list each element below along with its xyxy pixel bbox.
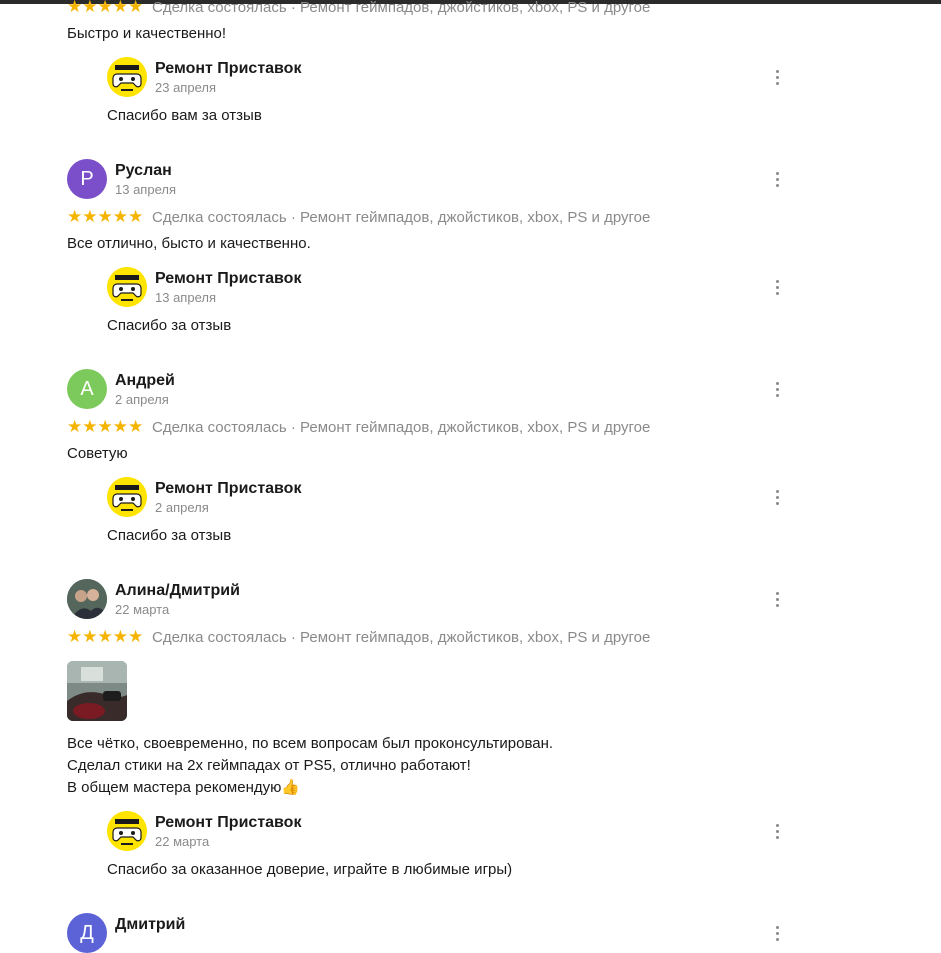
rating-stars: ★★★★★ [67, 0, 144, 16]
reply-text: Спасибо вам за отзыв [107, 107, 262, 124]
more-vertical-icon[interactable] [767, 589, 787, 609]
more-vertical-icon[interactable] [767, 169, 787, 189]
shop-logo-icon [107, 57, 147, 97]
avatar-photo[interactable] [67, 579, 107, 619]
review-date: 13 апреля [115, 182, 176, 197]
shop-logo-icon [107, 811, 147, 851]
review-text: Быстро и качественно! [67, 25, 227, 42]
review-text-line: В общем мастера рекомендую👍 [67, 777, 300, 799]
shop-logo-icon [107, 477, 147, 517]
reply-text: Спасибо за оказанное доверие, играйте в … [107, 861, 513, 878]
shop-logo-icon [107, 267, 147, 307]
review-text: Советую [67, 445, 128, 462]
author-name[interactable]: Андрей [115, 371, 175, 391]
rating-stars: ★★★★★ [67, 627, 144, 646]
author-name[interactable]: Алина/Дмитрий [115, 581, 240, 601]
shop-name[interactable]: Ремонт Приставок [155, 813, 301, 833]
avatar[interactable]: Д [67, 913, 107, 953]
deal-meta: Сделка состоялась · Ремонт геймпадов, дж… [152, 419, 651, 436]
more-vertical-icon[interactable] [767, 487, 787, 507]
shop-name[interactable]: Ремонт Приставок [155, 479, 301, 499]
avatar[interactable]: Р [67, 159, 107, 199]
review-photo[interactable] [67, 661, 127, 721]
author-name[interactable]: Дмитрий [115, 915, 185, 935]
deal-meta: Сделка состоялась · Ремонт геймпадов, дж… [152, 629, 651, 646]
review-text: Все отлично, бысто и качественно. [67, 235, 311, 252]
deal-meta: Сделка состоялась · Ремонт геймпадов, дж… [152, 0, 651, 16]
reply-date: 22 марта [155, 834, 210, 849]
author-name[interactable]: Руслан [115, 161, 172, 181]
shop-name[interactable]: Ремонт Приставок [155, 59, 301, 79]
rating-stars: ★★★★★ [67, 417, 144, 436]
review-text-line: Сделал стики на 2х геймпадах от PS5, отл… [67, 757, 471, 774]
review-date: 22 марта [115, 602, 170, 617]
reply-text: Спасибо за отзыв [107, 317, 232, 334]
reply-date: 2 апреля [155, 500, 209, 515]
reply-text: Спасибо за отзыв [107, 527, 232, 544]
avatar[interactable]: А [67, 369, 107, 409]
reply-date: 23 апреля [155, 80, 216, 95]
deal-meta: Сделка состоялась · Ремонт геймпадов, дж… [152, 209, 651, 226]
rating-stars: ★★★★★ [67, 207, 144, 226]
review-text-line: Все чётко, своевременно, по всем вопроса… [67, 735, 554, 752]
review-text-segment: В общем мастера рекомендую [67, 779, 282, 796]
review-date: 2 апреля [115, 392, 169, 407]
reply-date: 13 апреля [155, 290, 216, 305]
more-vertical-icon[interactable] [767, 923, 787, 943]
shop-name[interactable]: Ремонт Приставок [155, 269, 301, 289]
more-vertical-icon[interactable] [767, 379, 787, 399]
more-vertical-icon[interactable] [767, 277, 787, 297]
more-vertical-icon[interactable] [767, 67, 787, 87]
thumbs-up-emoji: 👍 [281, 779, 301, 796]
more-vertical-icon[interactable] [767, 821, 787, 841]
